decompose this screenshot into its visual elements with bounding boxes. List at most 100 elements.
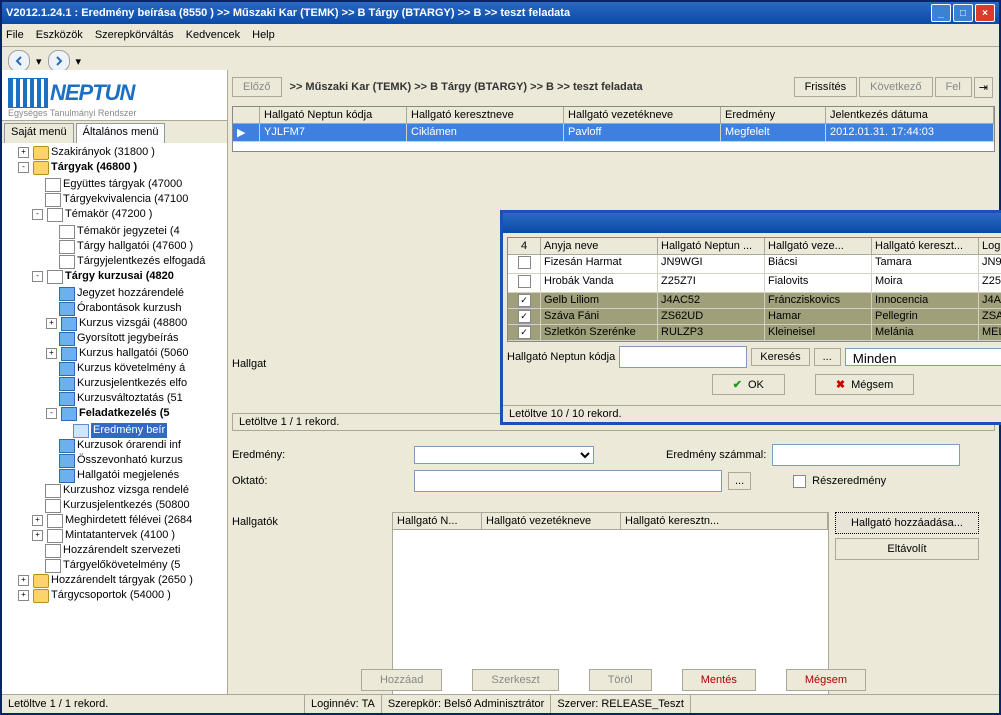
menu-help[interactable]: Help	[252, 29, 275, 41]
tree-node[interactable]: Kurzusjelentkezés elfo	[77, 376, 187, 391]
col-header[interactable]: Login név	[979, 238, 1001, 255]
table-row[interactable]: Hrobák VandaZ25Z7IFialovitsMoiraZ25Z7I	[508, 274, 1001, 293]
menu-tools[interactable]: Eszközök	[36, 29, 83, 41]
col-header[interactable]: Hallgató keresztn...	[621, 513, 828, 530]
tree[interactable]: +Szakirányok (31800 ) -Tárgyak (46800 ) …	[2, 143, 227, 695]
row-checkbox[interactable]: ✓	[518, 294, 531, 307]
nav-back-button[interactable]	[8, 50, 30, 72]
tree-node[interactable]: Tárgycsoportok (54000 )	[51, 588, 171, 603]
modal-search-button[interactable]: Keresés	[751, 348, 809, 366]
tree-node[interactable]: Tárgy kurzusai (4820	[65, 269, 174, 284]
main-grid[interactable]: Hallgató Neptun kódja Hallgató keresztne…	[232, 106, 995, 152]
tree-node[interactable]: Tárgyelőkövetelmény (5	[63, 558, 180, 573]
tree-node[interactable]: Kurzus követelmény á	[77, 361, 185, 376]
table-row[interactable]: ▶ YJLFM7 Ciklámen Pavloff Megfelelt 2012…	[233, 124, 994, 142]
tree-node[interactable]: Összevonható kurzus	[77, 453, 183, 468]
modal-grid[interactable]: 4 Anyja neve Hallgató Neptun ... Hallgat…	[507, 237, 1001, 342]
row-checkbox[interactable]	[518, 275, 531, 288]
table-row[interactable]: ✓Szletkón SzerénkeRULZP3KleineiselMeláni…	[508, 325, 1001, 341]
remove-student-button[interactable]: Eltávolít	[835, 538, 979, 560]
table-row[interactable]: Fizesán HarmatJN9WGIBiácsiTamaraJN9WGI	[508, 255, 1001, 274]
nav-fwd-drop-icon[interactable]: ▾	[76, 55, 82, 68]
row-checkbox[interactable]	[518, 256, 531, 269]
col-header[interactable]: Hallgató N...	[393, 513, 482, 530]
tree-node[interactable]: Órabontások kurzush	[77, 301, 182, 316]
oktato-input[interactable]	[414, 470, 722, 492]
collapse-icon[interactable]: -	[46, 408, 57, 419]
row-checkbox[interactable]: ✓	[518, 326, 531, 339]
minimize-button[interactable]: _	[931, 4, 951, 22]
prev-button[interactable]: Előző	[232, 77, 282, 97]
menu-fav[interactable]: Kedvencek	[186, 29, 240, 41]
expand-icon[interactable]: +	[46, 348, 57, 359]
col-header[interactable]: Jelentkezés dátuma	[826, 107, 994, 124]
tree-node[interactable]: Gyorsított jegybeírás	[77, 331, 179, 346]
tree-node[interactable]: Jegyzet hozzárendelé	[77, 286, 184, 301]
col-header[interactable]: Anyja neve	[541, 238, 658, 255]
close-button[interactable]: ×	[975, 4, 995, 22]
table-row[interactable]: ✓Száva FániZS62UDHamarPellegrinZSA	[508, 309, 1001, 325]
collapse-icon[interactable]: -	[32, 271, 43, 282]
col-header[interactable]: Hallgató keresztneve	[407, 107, 564, 124]
tree-node[interactable]: Kurzusjelentkezés (50800	[63, 498, 190, 513]
pin-icon[interactable]: ⇥	[974, 77, 993, 98]
menu-roles[interactable]: Szerepkörváltás	[95, 29, 174, 41]
col-header[interactable]: Hallgató veze...	[765, 238, 872, 255]
oktato-browse-button[interactable]: ...	[728, 472, 751, 490]
row-checkbox[interactable]: ✓	[518, 310, 531, 323]
col-header[interactable]: Hallgató Neptun ...	[658, 238, 765, 255]
expand-icon[interactable]: +	[32, 515, 43, 526]
save-button[interactable]: Mentés	[682, 669, 756, 691]
col-header[interactable]: Eredmény	[721, 107, 826, 124]
eredmeny-select[interactable]	[414, 446, 594, 464]
tree-node[interactable]: Tárgyak (46800 )	[51, 160, 137, 175]
tab-general-menu[interactable]: Általános menü	[76, 123, 166, 143]
maximize-button[interactable]: □	[953, 4, 973, 22]
collapse-icon[interactable]: -	[18, 162, 29, 173]
modal-filter-input[interactable]	[619, 346, 747, 368]
col-header[interactable]: Hallgató Neptun kódja	[260, 107, 407, 124]
modal-cancel-button[interactable]: ✖Mégsem	[815, 374, 914, 395]
tree-node[interactable]: Szakirányok (31800 )	[51, 145, 155, 160]
nav-back-drop-icon[interactable]: ▾	[36, 55, 42, 68]
szammal-input[interactable]	[772, 444, 960, 466]
tree-node[interactable]: Feladatkezelés (5	[79, 406, 170, 421]
tree-node[interactable]: Kurzushoz vizsga rendelé	[63, 483, 189, 498]
modal-dots-button[interactable]: ...	[814, 348, 841, 366]
tree-node[interactable]: Témakör jegyzetei (4	[77, 224, 180, 239]
delete-button[interactable]: Töröl	[589, 669, 652, 691]
col-header[interactable]: Hallgató vezetékneve	[564, 107, 721, 124]
tree-node[interactable]: Tárgyekvivalencia (47100	[63, 192, 188, 207]
tree-node[interactable]: Kurzus vizsgái (48800	[79, 316, 187, 331]
tree-node[interactable]: Kurzusváltoztatás (51	[77, 391, 183, 406]
reszerdmeny-checkbox[interactable]	[793, 475, 806, 488]
tree-node[interactable]: Hallgatói megjelenés	[77, 468, 179, 483]
col-header[interactable]: Hallgató kereszt...	[872, 238, 979, 255]
tree-node[interactable]: Hozzárendelt szervezeti	[63, 543, 180, 558]
tree-node[interactable]: Meghirdetett félévei (2684	[65, 513, 192, 528]
tree-node[interactable]: Témakör (47200 )	[65, 207, 152, 222]
collapse-icon[interactable]: -	[32, 209, 43, 220]
expand-icon[interactable]: +	[18, 575, 29, 586]
tree-node[interactable]: Mintatantervek (4100 )	[65, 528, 175, 543]
refresh-button[interactable]: Frissítés	[794, 77, 858, 97]
expand-icon[interactable]: +	[46, 318, 57, 329]
add-button[interactable]: Hozzáad	[361, 669, 442, 691]
tree-node-selected[interactable]: Eredmény beír	[91, 423, 167, 438]
expand-icon[interactable]: +	[32, 530, 43, 541]
next-button[interactable]: Következő	[859, 77, 932, 97]
table-row[interactable]: ✓Gelb LiliomJ4AC52FráncziskovicsInnocenc…	[508, 293, 1001, 309]
tree-node[interactable]: Hozzárendelt tárgyak (2650 )	[51, 573, 193, 588]
edit-button[interactable]: Szerkeszt	[472, 669, 558, 691]
tree-node[interactable]: Együttes tárgyak (47000	[63, 177, 182, 192]
modal-all-select[interactable]: Minden	[845, 348, 1001, 366]
add-student-button[interactable]: Hallgató hozzáadása...	[835, 512, 979, 534]
up-button[interactable]: Fel	[935, 77, 972, 97]
tree-node[interactable]: Kurzusok órarendi inf	[77, 438, 181, 453]
menu-file[interactable]: File	[6, 29, 24, 41]
tree-node[interactable]: Tárgyjelentkezés elfogadá	[77, 254, 205, 269]
modal-ok-button[interactable]: ✔OK	[712, 374, 785, 395]
tree-node[interactable]: Tárgy hallgatói (47600 )	[77, 239, 193, 254]
expand-icon[interactable]: +	[18, 590, 29, 601]
col-header[interactable]: Hallgató vezetékneve	[482, 513, 621, 530]
